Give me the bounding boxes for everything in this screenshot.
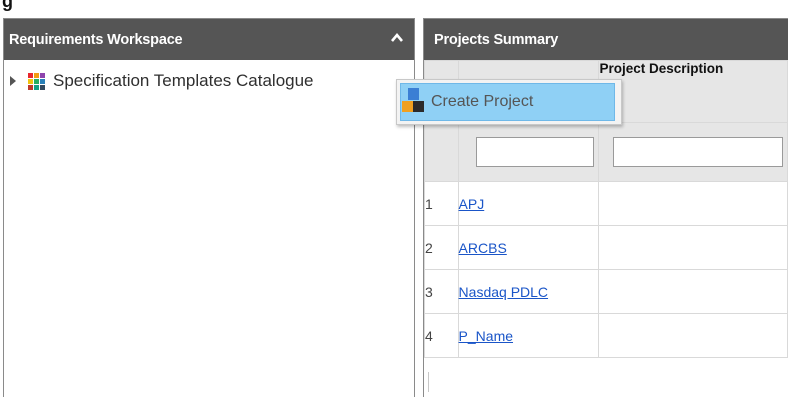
row-description-cell bbox=[598, 225, 788, 270]
catalogue-grid-icon bbox=[28, 72, 45, 90]
table-row: 1 APJ bbox=[424, 181, 788, 226]
description-filter-input[interactable] bbox=[613, 137, 784, 167]
project-link[interactable]: APJ bbox=[459, 196, 485, 212]
projects-summary-panel: Projects Summary Project Description 1 A… bbox=[423, 18, 788, 397]
context-menu: Create Project bbox=[396, 79, 622, 125]
tree-item-specification-templates[interactable]: Specification Templates Catalogue bbox=[10, 71, 314, 91]
row-name-cell: Nasdaq PDLC bbox=[457, 269, 600, 314]
row-name-cell: P_Name bbox=[457, 313, 600, 358]
row-index: 4 bbox=[424, 313, 459, 358]
row-description-cell bbox=[598, 269, 788, 314]
row-index: 2 bbox=[424, 225, 459, 270]
table-row: 4 P_Name bbox=[424, 313, 788, 358]
row-description-cell bbox=[598, 313, 788, 358]
filter-cell-description bbox=[598, 122, 788, 182]
row-index: 1 bbox=[424, 181, 459, 226]
tree-item-label: Specification Templates Catalogue bbox=[53, 71, 314, 90]
context-menu-item-label: Create Project bbox=[431, 93, 534, 110]
filter-cell-index bbox=[424, 122, 459, 182]
chevron-up-icon[interactable] bbox=[390, 31, 404, 45]
requirements-workspace-header: Requirements Workspace bbox=[4, 19, 414, 60]
requirements-workspace-panel: Requirements Workspace Specification Tem… bbox=[3, 18, 415, 397]
table-row: 2 ARCBS bbox=[424, 225, 788, 270]
row-name-cell: ARCBS bbox=[457, 225, 600, 270]
projects-summary-header: Projects Summary bbox=[424, 19, 788, 60]
splitter-handle[interactable] bbox=[428, 372, 429, 392]
project-link[interactable]: P_Name bbox=[459, 328, 513, 344]
project-link[interactable]: ARCBS bbox=[459, 240, 507, 256]
column-header-project-description[interactable]: Project Description bbox=[598, 60, 788, 123]
top-cut-text: g bbox=[0, 0, 788, 12]
row-index: 3 bbox=[424, 269, 459, 314]
expand-arrow-icon[interactable] bbox=[10, 76, 16, 86]
filter-row bbox=[424, 122, 788, 182]
context-menu-item-create-project[interactable]: Create Project bbox=[400, 83, 615, 121]
projects-summary-title: Projects Summary bbox=[434, 31, 559, 48]
row-name-cell: APJ bbox=[457, 181, 600, 226]
project-link[interactable]: Nasdaq PDLC bbox=[459, 284, 549, 300]
create-project-icon bbox=[402, 88, 424, 116]
filter-cell-name bbox=[457, 122, 600, 182]
requirements-workspace-title: Requirements Workspace bbox=[9, 31, 183, 48]
name-filter-input[interactable] bbox=[475, 137, 594, 167]
table-row: 3 Nasdaq PDLC bbox=[424, 269, 788, 314]
row-description-cell bbox=[598, 181, 788, 226]
